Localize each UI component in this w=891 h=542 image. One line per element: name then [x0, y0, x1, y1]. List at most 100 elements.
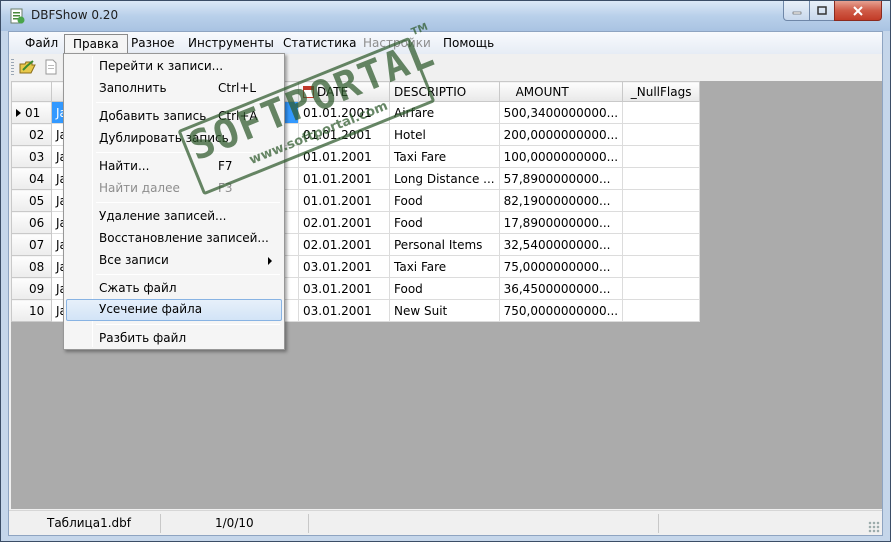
cell-nullflags[interactable] — [622, 211, 701, 234]
maximize-button[interactable] — [809, 1, 835, 21]
menu-item-duplicate-record[interactable]: Дублировать запись — [66, 128, 282, 150]
cell-date[interactable]: 01.01.2001 — [298, 189, 390, 212]
date-field-icon — [303, 85, 314, 98]
menu-separator — [96, 202, 280, 203]
cell-amount[interactable]: 17,8900000000... — [498, 211, 624, 234]
menu-item-fill[interactable]: Заполнить Ctrl+L — [66, 78, 282, 100]
cell-date[interactable]: 01.01.2001 — [298, 123, 390, 146]
cell-date[interactable]: 03.01.2001 — [298, 299, 390, 322]
cell-date[interactable]: 03.01.2001 — [298, 255, 390, 278]
cell-amount[interactable]: 100,0000000000... — [498, 145, 624, 168]
column-header-amount[interactable]: AMOUNT — [498, 81, 624, 102]
menu-item-restore-records[interactable]: Восстановление записей... — [66, 228, 282, 250]
row-header[interactable]: 07 — [11, 233, 52, 256]
row-header[interactable]: 08 — [11, 255, 52, 278]
cell-nullflags[interactable] — [622, 101, 701, 124]
menu-settings[interactable]: Настройки — [355, 34, 439, 53]
status-bar: Таблица1.dbf 1/0/10 — [9, 510, 882, 535]
cell-description[interactable]: Food — [389, 189, 500, 212]
corner-header[interactable] — [11, 81, 52, 102]
cell-date[interactable]: 01.01.2001 — [298, 167, 390, 190]
cell-nullflags[interactable] — [622, 167, 701, 190]
current-row-arrow-icon — [16, 108, 21, 117]
cell-amount[interactable]: 36,4500000000... — [498, 277, 624, 300]
open-button[interactable] — [18, 57, 38, 77]
cell-nullflags[interactable] — [622, 123, 701, 146]
cell-description[interactable]: Taxi Fare — [389, 145, 500, 168]
column-header-nullflags[interactable]: _NullFlags — [622, 81, 701, 102]
cell-date[interactable]: 02.01.2001 — [298, 211, 390, 234]
menu-file[interactable]: Файл — [17, 34, 66, 53]
menu-separator — [96, 274, 280, 275]
row-header[interactable]: 06 — [11, 211, 52, 234]
row-header[interactable]: 05 — [11, 189, 52, 212]
menu-item-delete-records[interactable]: Удаление записей... — [66, 206, 282, 228]
menu-item-split-file[interactable]: Разбить файл — [66, 328, 282, 350]
cell-description[interactable]: Taxi Fare — [389, 255, 500, 278]
cell-date[interactable]: 01.01.2001 — [298, 101, 390, 124]
menu-bar: Файл Правка Разное Инструменты Статистик… — [9, 32, 882, 54]
row-header[interactable]: 03 — [11, 145, 52, 168]
row-header[interactable]: 01 — [11, 101, 52, 124]
cell-amount[interactable]: 32,5400000000... — [498, 233, 624, 256]
menu-item-compress-file[interactable]: Сжать файл — [66, 278, 282, 300]
cell-nullflags[interactable] — [622, 299, 701, 322]
menu-item-find-next[interactable]: Найти далее F3 — [66, 178, 282, 200]
cell-nullflags[interactable] — [622, 145, 701, 168]
cell-nullflags[interactable] — [622, 233, 701, 256]
menu-item-all-records[interactable]: Все записи — [66, 250, 282, 272]
cell-amount[interactable]: 57,8900000000... — [498, 167, 624, 190]
menu-item-add-record[interactable]: Добавить запись Ctrl+A — [66, 106, 282, 128]
cell-nullflags[interactable] — [622, 255, 701, 278]
row-number: 09 — [29, 281, 45, 296]
cell-description[interactable]: Airfare — [389, 101, 500, 124]
menu-misc[interactable]: Разное — [123, 34, 183, 53]
cell-date[interactable]: 03.01.2001 — [298, 277, 390, 300]
row-number: 06 — [29, 215, 45, 230]
menu-edit[interactable]: Правка — [64, 34, 128, 53]
cell-description[interactable]: Personal Items — [389, 233, 500, 256]
row-header[interactable]: 10 — [11, 299, 52, 322]
cell-amount[interactable]: 750,0000000000... — [498, 299, 624, 322]
minimize-button[interactable] — [783, 1, 810, 21]
row-number: 02 — [29, 127, 45, 142]
shortcut-find: F7 — [218, 159, 233, 173]
edit-menu-dropdown: Перейти к записи... Заполнить Ctrl+L Доба… — [63, 53, 285, 350]
menu-item-find[interactable]: Найти... F7 — [66, 156, 282, 178]
cell-description[interactable]: Food — [389, 277, 500, 300]
row-header[interactable]: 09 — [11, 277, 52, 300]
cell-nullflags[interactable] — [622, 277, 701, 300]
app-window: DBFShow 0.20 Файл Правка Разное Инструме… — [0, 0, 891, 542]
cell-amount[interactable]: 500,3400000000... — [498, 101, 624, 124]
close-button[interactable] — [834, 1, 882, 21]
menu-statistics[interactable]: Статистика — [275, 34, 365, 53]
cell-date[interactable]: 02.01.2001 — [298, 233, 390, 256]
menu-item-goto-record[interactable]: Перейти к записи... — [66, 56, 282, 78]
row-number: 08 — [29, 259, 45, 274]
cell-description[interactable]: Food — [389, 211, 500, 234]
cell-description[interactable]: Hotel — [389, 123, 500, 146]
cell-description[interactable]: Long Distance ... — [389, 167, 500, 190]
title-bar[interactable]: DBFShow 0.20 — [1, 1, 890, 31]
resize-grip[interactable] — [868, 521, 880, 533]
column-header-date[interactable]: DATE — [298, 81, 390, 102]
toolbar-grip[interactable] — [11, 59, 14, 75]
cell-description[interactable]: New Suit — [389, 299, 500, 322]
new-file-button[interactable] — [41, 57, 61, 77]
column-header-description[interactable]: DESCRIPTIO — [389, 81, 500, 102]
close-icon — [853, 5, 863, 16]
row-number: 10 — [29, 303, 45, 318]
cell-amount[interactable]: 200,0000000000... — [498, 123, 624, 146]
cell-date[interactable]: 01.01.2001 — [298, 145, 390, 168]
menu-item-truncate-file[interactable]: Усечение файла — [66, 299, 282, 321]
row-header[interactable]: 02 — [11, 123, 52, 146]
menu-tools[interactable]: Инструменты — [180, 34, 282, 53]
submenu-arrow-icon — [268, 257, 272, 265]
menu-help[interactable]: Помощь — [435, 34, 502, 53]
menu-separator — [96, 102, 280, 103]
row-header[interactable]: 04 — [11, 167, 52, 190]
menu-separator — [96, 324, 280, 325]
cell-nullflags[interactable] — [622, 189, 701, 212]
cell-amount[interactable]: 82,1900000000... — [498, 189, 624, 212]
cell-amount[interactable]: 75,0000000000... — [498, 255, 624, 278]
